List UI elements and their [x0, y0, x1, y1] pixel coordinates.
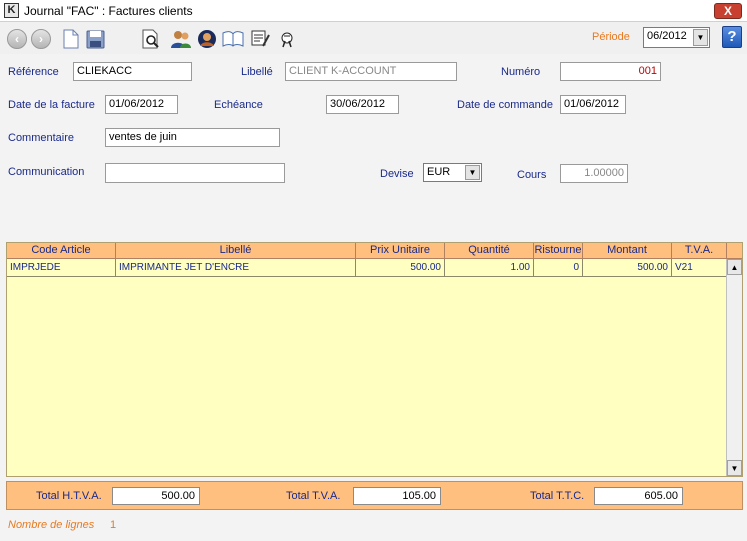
cell-montant[interactable]: 500.00 — [583, 259, 672, 276]
invoice-lines-table: Code Article Libellé Prix Unitaire Quant… — [6, 242, 743, 477]
help-button[interactable]: ? — [722, 26, 742, 48]
column-header-libelle[interactable]: Libellé — [116, 243, 356, 259]
arrow-left-icon: ‹ — [7, 29, 27, 49]
commentaire-input[interactable]: ventes de juin — [105, 128, 280, 147]
arrow-right-icon: › — [31, 29, 51, 49]
column-header-code-article[interactable]: Code Article — [7, 243, 116, 259]
reference-input[interactable]: CLIEKACC — [73, 62, 192, 81]
libelle-input[interactable]: CLIENT K-ACCOUNT — [285, 62, 457, 81]
cell-prix-unitaire[interactable]: 500.00 — [356, 259, 445, 276]
date-commande-label: Date de commande — [457, 99, 553, 111]
cours-label: Cours — [517, 169, 547, 181]
column-header-quantite[interactable]: Quantité — [445, 243, 534, 259]
table-header: Code Article Libellé Prix Unitaire Quant… — [7, 243, 742, 259]
periode-select[interactable]: 06/2012 ▼ — [643, 27, 710, 48]
date-facture-label: Date de la facture — [8, 99, 95, 111]
title-bar: K Journal "FAC" : Factures clients X — [0, 0, 747, 22]
calendar-button[interactable] — [250, 28, 272, 50]
devise-value: EUR — [427, 166, 451, 178]
scroll-up-button[interactable]: ▲ — [727, 259, 742, 275]
echeance-input[interactable]: 30/06/2012 — [326, 95, 399, 114]
libelle-label: Libellé — [241, 66, 273, 78]
total-htva-label: Total H.T.V.A. — [36, 490, 102, 502]
pen-hand-icon — [281, 32, 293, 48]
user-icon — [198, 30, 216, 48]
column-header-prix-unitaire[interactable]: Prix Unitaire — [356, 243, 445, 259]
preview-button[interactable] — [140, 28, 162, 50]
calendar-edit-icon — [251, 30, 270, 47]
numero-input[interactable]: 001 — [560, 62, 661, 81]
app-logo-icon: K — [4, 3, 19, 18]
echeance-label: Echéance — [214, 99, 263, 111]
toolbar: ‹ › Période 06/2012 ▼ ? — [0, 22, 747, 54]
date-facture-input[interactable]: 01/06/2012 — [105, 95, 178, 114]
book-button[interactable] — [222, 28, 244, 50]
totals-bar: Total H.T.V.A. 500.00 Total T.V.A. 105.0… — [6, 481, 743, 510]
users-icon — [171, 31, 191, 48]
scroll-down-button[interactable]: ▼ — [727, 460, 742, 476]
client-button[interactable] — [196, 28, 218, 50]
total-tva-value: 105.00 — [353, 487, 441, 505]
reference-label: Référence — [8, 66, 59, 78]
date-commande-input[interactable]: 01/06/2012 — [560, 95, 626, 114]
table-row[interactable]: IMPRJEDE IMPRIMANTE JET D'ENCRE 500.00 1… — [7, 259, 727, 277]
communication-input[interactable] — [105, 163, 285, 183]
numero-label: Numéro — [501, 66, 541, 78]
cell-quantite[interactable]: 1.00 — [445, 259, 534, 276]
communication-label: Communication — [8, 166, 85, 178]
commentaire-label: Commentaire — [8, 132, 75, 144]
cell-tva[interactable]: V21 — [672, 259, 727, 276]
nb-lignes-value: 1 — [110, 519, 117, 531]
total-ttc-label: Total T.T.C. — [530, 490, 585, 502]
chevron-down-icon: ▼ — [693, 29, 708, 46]
cell-code-article[interactable]: IMPRJEDE — [7, 259, 116, 276]
total-tva-label: Total T.V.A. — [286, 490, 341, 502]
column-header-ristourne[interactable]: Ristourne — [534, 243, 583, 259]
devise-select[interactable]: EUR ▼ — [423, 163, 482, 182]
magnifier-document-icon — [142, 29, 159, 49]
column-header-tva[interactable]: T.V.A. — [672, 243, 727, 259]
floppy-disk-icon — [86, 30, 104, 48]
cell-libelle[interactable]: IMPRIMANTE JET D'ENCRE — [116, 259, 356, 276]
table-scrollbar[interactable]: ▲ ▼ — [726, 259, 742, 476]
devise-label: Devise — [380, 168, 414, 180]
window-title: Journal "FAC" : Factures clients — [24, 4, 193, 18]
open-book-icon — [222, 31, 244, 47]
periode-value: 06/2012 — [647, 30, 687, 42]
cours-input[interactable]: 1.00000 — [560, 164, 628, 183]
triangle-up-icon: ▲ — [730, 262, 739, 272]
document-icon — [63, 29, 79, 49]
column-header-montant[interactable]: Montant — [583, 243, 672, 259]
nb-lignes-label: Nombre de lignes — [8, 519, 95, 531]
new-document-button[interactable] — [60, 28, 82, 50]
forward-button[interactable]: › — [30, 28, 52, 50]
periode-label: Période — [592, 31, 630, 43]
cell-ristourne[interactable]: 0 — [534, 259, 583, 276]
save-button[interactable] — [84, 28, 106, 50]
close-button[interactable]: X — [714, 3, 742, 19]
triangle-down-icon: ▼ — [730, 463, 739, 473]
total-htva-value: 500.00 — [112, 487, 200, 505]
contacts-button[interactable] — [170, 28, 192, 50]
total-ttc-value: 605.00 — [594, 487, 683, 505]
chevron-down-icon: ▼ — [465, 165, 480, 180]
edit-button[interactable] — [276, 28, 298, 50]
back-button[interactable]: ‹ — [6, 28, 28, 50]
